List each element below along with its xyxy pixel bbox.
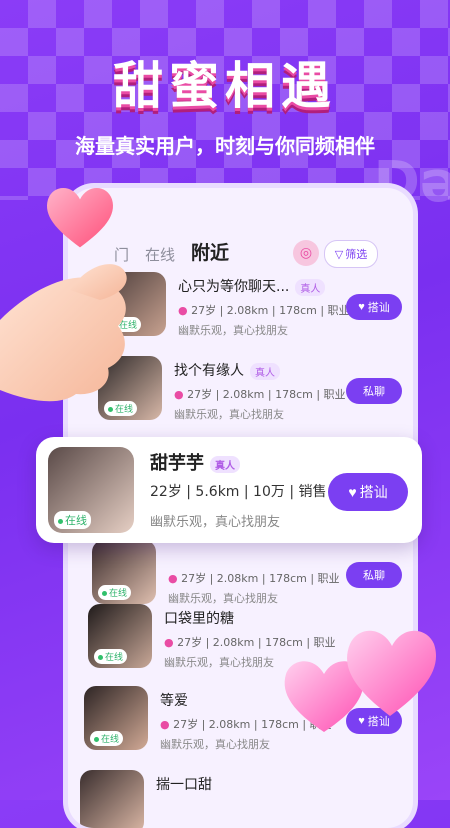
list-item[interactable]: 揣一口甜 [80,770,402,828]
avatar[interactable]: 在线 [48,447,134,533]
verified-badge: 真人 [210,455,240,473]
heart-icon: ♥ [348,484,357,500]
online-badge: 在线 [94,649,128,664]
user-name: 甜芋芋 真人 [150,449,240,475]
voice-match-icon[interactable]: ◎ [293,240,319,266]
banner-title: 甜蜜相遇 [113,57,337,115]
location-pin-icon: ● [160,718,170,731]
user-bio: 幽默乐观，真心找朋友 [164,656,274,669]
user-meta: ● 27岁 | 2.08km | 178cm | 职业 [168,572,340,585]
location-pin-icon: ● [174,388,184,401]
chat-up-button[interactable]: ♥ 搭讪 [346,294,402,320]
location-pin-icon: ● [178,304,188,317]
user-name: 揣一口甜 [156,777,212,793]
avatar[interactable]: 在线 [84,686,148,750]
avatar[interactable]: 在线 [92,540,156,604]
user-meta: ● 27岁 | 2.08km | 178cm | 职业 [178,304,350,317]
user-bio: 幽默乐观，真心找朋友 [178,324,288,337]
user-bio: 幽默乐观，真心找朋友 [150,515,281,530]
user-name: 等爱 [160,693,188,709]
tab-online[interactable]: 在线 [145,244,175,265]
online-badge: 在线 [54,511,91,529]
filter-icon: ▽ [334,247,344,261]
heart-icon [284,630,437,732]
list-item[interactable]: 在线 心只为等你聊天... 真人 ● 27岁 | 2.08km | 178cm |… [102,272,402,354]
user-name: 心只为等你聊天... 真人 [178,276,326,296]
user-name: 口袋里的糖 [164,611,234,627]
filter-label: 筛选 [345,248,368,261]
filter-button[interactable]: ▽ 筛选 [324,240,378,268]
user-bio: 幽默乐观，真心找朋友 [174,408,284,421]
user-name: 找个有缘人 真人 [174,360,280,380]
location-pin-icon: ● [164,636,174,649]
user-bio: 幽默乐观，真心找朋友 [160,738,270,751]
user-meta: 22岁 | 5.6km | 10万 | 销售 [150,484,327,500]
avatar[interactable]: 在线 [88,604,152,668]
private-chat-button[interactable]: 私聊 [346,562,402,588]
location-pin-icon: ● [168,572,178,585]
verified-badge: 真人 [295,278,326,296]
heart-icon: ♥ [358,301,365,313]
avatar[interactable] [80,770,144,828]
chat-up-button[interactable]: ♥ 搭讪 [328,473,408,511]
online-badge: 在线 [98,585,132,600]
hand-illustration [0,264,127,402]
heart-icon [47,187,113,248]
private-chat-button[interactable]: 私聊 [346,378,402,404]
featured-user-card[interactable]: 在线 甜芋芋 真人 22岁 | 5.6km | 10万 | 销售 幽默乐观，真心找… [36,437,422,543]
verified-badge: 真人 [250,362,280,380]
list-item[interactable]: 在线 找个有缘人 真人 ● 27岁 | 2.08km | 178cm | 职业 幽… [98,356,402,438]
user-meta: ● 27岁 | 2.08km | 178cm | 职业 [174,388,346,401]
tab-nearby[interactable]: 附近 [191,238,229,265]
online-badge: 在线 [90,731,124,746]
